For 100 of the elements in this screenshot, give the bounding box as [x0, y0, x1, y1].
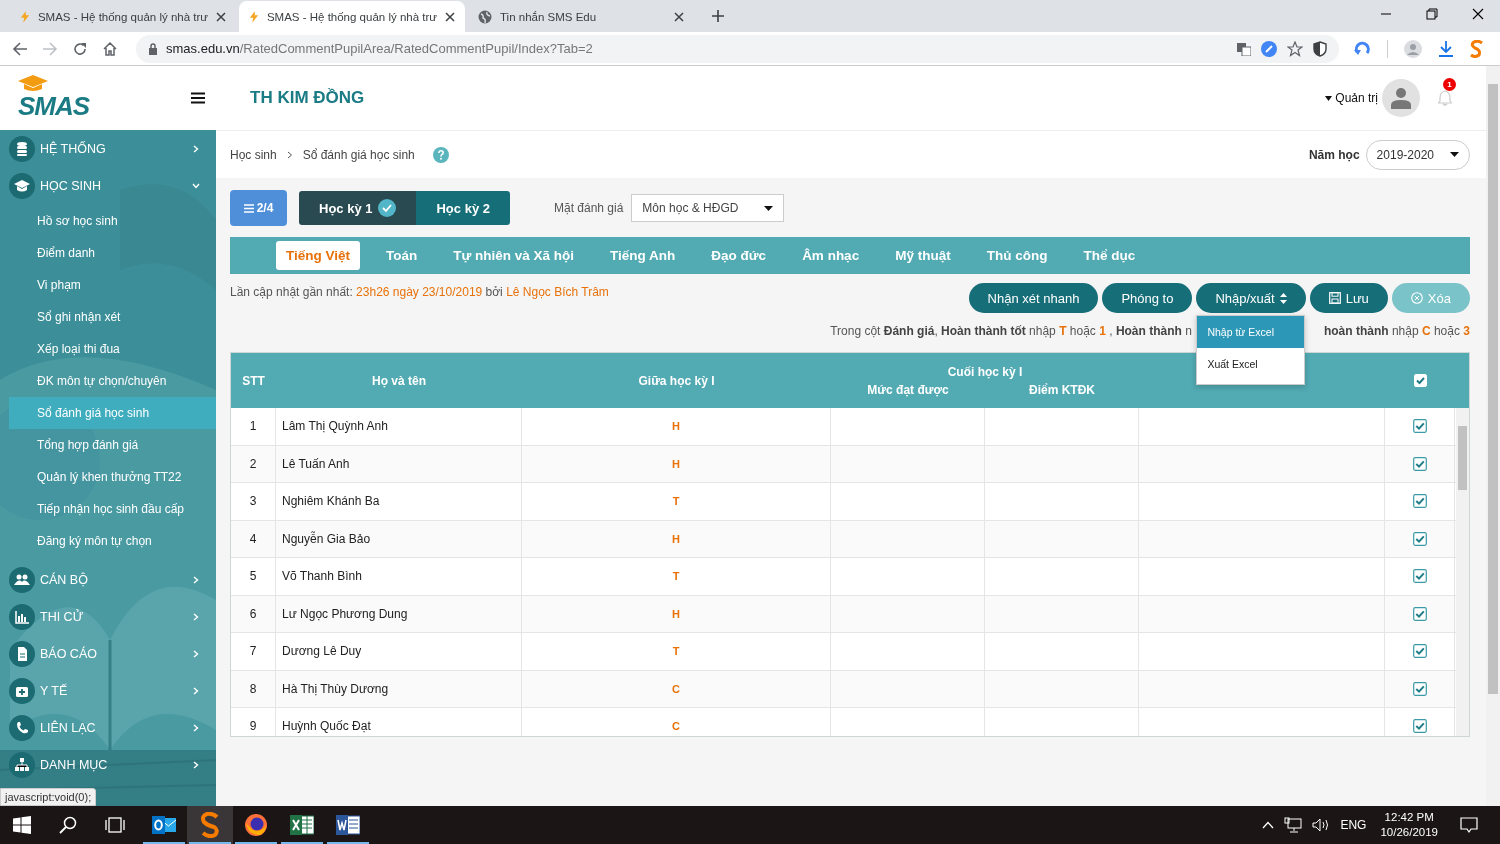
sidebar-section[interactable]: HỆ THỐNG: [0, 130, 216, 167]
speaker-icon[interactable]: [1312, 818, 1331, 832]
close-icon[interactable]: [674, 11, 684, 22]
graduation-cap-icon: [18, 75, 48, 91]
sidebar-item[interactable]: ĐK môn tự chọn/chuyên: [9, 365, 216, 397]
translate-icon[interactable]: [1237, 41, 1251, 56]
subject-tab[interactable]: Toán: [376, 241, 428, 270]
sidebar-section[interactable]: BÁO CÁO: [0, 635, 216, 672]
subject-tab[interactable]: Tiếng Anh: [600, 241, 686, 270]
sidebar-section[interactable]: DANH MỤC: [0, 746, 216, 783]
star-icon[interactable]: [1287, 40, 1303, 57]
notification-icon[interactable]: [1460, 816, 1478, 834]
instruction-text: hoàn thành nhập C hoặc 3: [1323, 324, 1470, 338]
sidebar-item[interactable]: Quản lý khen thưởng TT22: [9, 461, 216, 493]
back-icon[interactable]: [12, 40, 28, 57]
checkbox[interactable]: [1412, 569, 1427, 584]
menu-icon[interactable]: [191, 92, 205, 104]
table-cell: Nguyễn Gia Bảo: [276, 520, 522, 557]
close-icon[interactable]: [1472, 8, 1484, 20]
sidebar-item[interactable]: Tiếp nhận học sinh đầu cấp: [9, 493, 216, 525]
slash-circle-icon[interactable]: [1261, 40, 1277, 57]
plus-icon[interactable]: [711, 9, 725, 23]
subject-tab[interactable]: Mỹ thuật: [885, 241, 961, 270]
extension-icon[interactable]: [1470, 39, 1484, 58]
chevron-up-icon[interactable]: [1262, 821, 1275, 829]
clock[interactable]: 12:42 PM 10/26/2019: [1380, 810, 1438, 840]
menu-item[interactable]: Nhập từ Excel: [1197, 316, 1305, 348]
sidebar-section[interactable]: CÁN BỘ: [0, 561, 216, 598]
browser-tab[interactable]: SMAS - Hệ thống quản lý nhà trư: [239, 1, 465, 32]
table-cell: Lê Tuấn Anh: [276, 445, 522, 482]
address-field[interactable]: smas.edu.vn/RatedCommentPupilArea/RatedCommentPupil/Index?Tab=2: [136, 34, 1339, 63]
reload-icon[interactable]: [72, 40, 88, 57]
sidebar-section[interactable]: HỌC SINH: [0, 167, 216, 204]
column-header: STT: [241, 372, 266, 390]
checkbox[interactable]: [1412, 719, 1427, 734]
list-icon: [243, 203, 254, 213]
user-menu[interactable]: Quản trị: [1325, 91, 1378, 105]
avatar-icon[interactable]: [1404, 39, 1422, 58]
assessment-select[interactable]: Môn học & HĐGD: [631, 194, 785, 222]
sidebar-item[interactable]: Vi phạm: [9, 269, 216, 301]
windows-icon[interactable]: [13, 816, 31, 834]
column-header: Điểm KTĐK: [1028, 382, 1096, 397]
action-button[interactable]: Lưu: [1309, 283, 1388, 313]
subject-tab[interactable]: Thủ công: [976, 241, 1058, 270]
scrollbar[interactable]: [1486, 66, 1500, 806]
browser-tab[interactable]: Tin nhắn SMS Edu: [468, 1, 694, 32]
close-icon[interactable]: [445, 11, 455, 22]
checkbox[interactable]: [1412, 456, 1427, 471]
checkbox[interactable]: [1412, 419, 1427, 434]
close-icon[interactable]: [216, 11, 226, 22]
download-icon[interactable]: [1438, 39, 1454, 58]
sidebar-item[interactable]: Sổ đánh giá học sinh: [9, 397, 216, 429]
page-button[interactable]: 2/4: [230, 190, 287, 226]
table-cell: Nghiêm Khánh Ba: [276, 483, 522, 520]
sidebar-item[interactable]: Xếp loại thi đua: [9, 333, 216, 365]
semester-tab[interactable]: Học kỳ 2: [416, 191, 510, 225]
task-view-icon[interactable]: [105, 817, 125, 833]
table-cell: T: [522, 633, 831, 670]
shield-icon[interactable]: [1313, 40, 1327, 57]
menu-item[interactable]: Xuất Excel: [1197, 348, 1305, 380]
search-icon[interactable]: [59, 816, 77, 834]
sidebar-item[interactable]: Tổng hợp đánh giá: [9, 429, 216, 461]
chevron-right-icon: [192, 760, 200, 769]
table-cell: 9: [231, 708, 276, 736]
table-cell: Lư Ngọc Phương Dung: [276, 595, 522, 632]
sidebar-section[interactable]: LIÊN LẠC: [0, 709, 216, 746]
sidebar-item[interactable]: Hồ sơ học sinh: [9, 205, 216, 237]
browser-tab[interactable]: SMAS - Hệ thống quản lý nhà trư: [10, 1, 236, 32]
checkbox[interactable]: [1412, 681, 1427, 696]
school-year-select[interactable]: 2019-2020: [1365, 139, 1470, 170]
sidebar-item[interactable]: Đăng ký môn tự chọn: [9, 525, 216, 557]
network-icon[interactable]: [1284, 817, 1303, 833]
subject-tab[interactable]: Tự nhiên và Xã hội: [443, 241, 585, 270]
checkbox[interactable]: [1412, 531, 1427, 546]
subject-tab[interactable]: Thể dục: [1073, 241, 1146, 270]
restore-icon[interactable]: [1426, 8, 1438, 20]
action-button[interactable]: Phóng to: [1102, 283, 1193, 313]
chevron-right-icon: [192, 612, 200, 621]
scrollbar[interactable]: [1456, 408, 1469, 736]
sidebar-item[interactable]: Điểm danh: [9, 237, 216, 269]
home-icon[interactable]: [102, 40, 118, 57]
action-button[interactable]: Nhận xét nhanh: [968, 283, 1099, 313]
sidebar-section[interactable]: THI CỬ: [0, 598, 216, 635]
tree-icon: [9, 751, 35, 778]
subject-tab[interactable]: Đạo đức: [701, 241, 777, 270]
sidebar-item[interactable]: Sổ ghi nhận xét: [9, 301, 216, 333]
checkbox[interactable]: [1412, 644, 1427, 659]
subject-tab[interactable]: Âm nhạc: [792, 241, 870, 270]
table-cell: H: [522, 595, 831, 632]
table-cell: 7: [231, 633, 276, 670]
action-button[interactable]: Nhập/xuất: [1196, 283, 1306, 313]
column-header: Cuối học kỳ I: [946, 364, 1024, 379]
checkbox[interactable]: [1412, 606, 1427, 621]
subject-tab[interactable]: Tiếng Việt: [276, 241, 361, 270]
sidebar-section[interactable]: Y TẾ: [0, 672, 216, 709]
language-indicator[interactable]: ENG: [1340, 818, 1367, 832]
breadcrumb-link[interactable]: Học sinh: [230, 147, 277, 162]
checkbox[interactable]: [1412, 494, 1427, 509]
avatar-icon[interactable]: [1382, 79, 1420, 117]
semester-tab[interactable]: Học kỳ 1: [299, 191, 417, 225]
